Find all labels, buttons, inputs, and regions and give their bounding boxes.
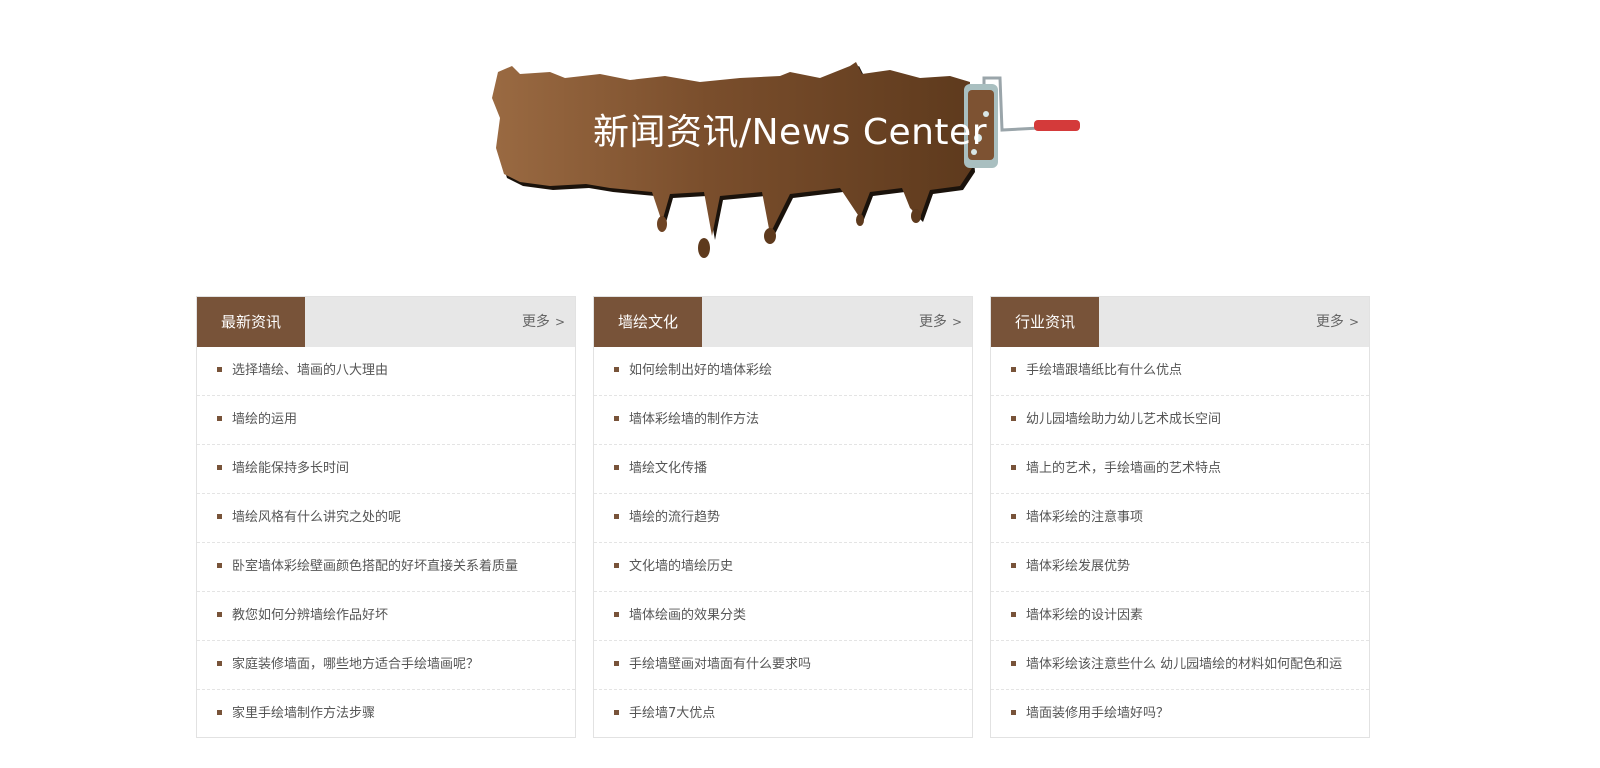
news-item[interactable]: 墙绘文化传播 bbox=[594, 445, 972, 494]
column-header: 最新资讯 更多 > bbox=[197, 297, 575, 347]
news-item[interactable]: 墙体彩绘墙的制作方法 bbox=[594, 396, 972, 445]
bullet-icon bbox=[217, 465, 222, 470]
news-list: 手绘墙跟墙纸比有什么优点 幼儿园墙绘助力幼儿艺术成长空间 墙上的艺术，手绘墙画的… bbox=[991, 347, 1369, 739]
bullet-icon bbox=[217, 563, 222, 568]
bullet-icon bbox=[1011, 710, 1016, 715]
bullet-icon bbox=[1011, 612, 1016, 617]
news-column-culture: 墙绘文化 更多 > 如何绘制出好的墙体彩绘 墙体彩绘墙的制作方法 墙绘文化传播 墙… bbox=[593, 296, 973, 738]
bullet-icon bbox=[614, 661, 619, 666]
bullet-icon bbox=[1011, 367, 1016, 372]
news-item[interactable]: 文化墙的墙绘历史 bbox=[594, 543, 972, 592]
news-item-title: 如何绘制出好的墙体彩绘 bbox=[629, 363, 773, 378]
news-item-title: 墙体彩绘墙的制作方法 bbox=[629, 412, 760, 427]
news-item[interactable]: 墙上的艺术，手绘墙画的艺术特点 bbox=[991, 445, 1369, 494]
news-item[interactable]: 手绘墙跟墙纸比有什么优点 bbox=[991, 347, 1369, 396]
news-item[interactable]: 手绘墙7大优点 bbox=[594, 690, 972, 739]
bullet-icon bbox=[217, 661, 222, 666]
news-item-title: 卧室墙体彩绘壁画颜色搭配的好坏直接关系着质量 bbox=[232, 559, 519, 574]
column-header: 行业资讯 更多 > bbox=[991, 297, 1369, 347]
paint-splash-graphic bbox=[492, 62, 1080, 258]
bullet-icon bbox=[614, 563, 619, 568]
news-item-title: 墙绘的流行趋势 bbox=[629, 510, 721, 525]
news-item[interactable]: 墙绘的流行趋势 bbox=[594, 494, 972, 543]
news-center-banner: 新闻资讯/News Center bbox=[490, 58, 1090, 264]
bullet-icon bbox=[614, 514, 619, 519]
roller-handle bbox=[1034, 120, 1080, 131]
news-item-title: 墙绘能保持多长时间 bbox=[232, 461, 350, 476]
bullet-icon bbox=[217, 416, 222, 421]
news-item-title: 手绘墙跟墙纸比有什么优点 bbox=[1026, 363, 1183, 378]
more-label: 更多 bbox=[1315, 314, 1344, 330]
bullet-icon bbox=[217, 710, 222, 715]
news-item-title: 墙体彩绘的设计因素 bbox=[1026, 608, 1144, 623]
chevron-right-icon: > bbox=[951, 315, 962, 329]
more-label: 更多 bbox=[918, 314, 947, 330]
news-item-title: 幼儿园墙绘助力幼儿艺术成长空间 bbox=[1026, 412, 1222, 427]
news-item-title: 教您如何分辨墙绘作品好坏 bbox=[232, 608, 389, 623]
news-item[interactable]: 手绘墙壁画对墙面有什么要求吗 bbox=[594, 641, 972, 690]
news-item-title: 墙体绘画的效果分类 bbox=[629, 608, 747, 623]
news-item[interactable]: 墙体彩绘该注意些什么 幼儿园墙绘的材料如何配色和运 bbox=[991, 641, 1369, 690]
news-item[interactable]: 家里手绘墙制作方法步骤 bbox=[197, 690, 575, 739]
news-column-latest: 最新资讯 更多 > 选择墙绘、墙画的八大理由 墙绘的运用 墙绘能保持多长时间 墙绘… bbox=[196, 296, 576, 738]
news-item-title: 墙绘风格有什么讲究之处的呢 bbox=[232, 510, 402, 525]
bullet-icon bbox=[217, 367, 222, 372]
news-item-title: 墙体彩绘该注意些什么 幼儿园墙绘的材料如何配色和运 bbox=[1026, 657, 1343, 672]
news-item[interactable]: 墙体彩绘的注意事项 bbox=[991, 494, 1369, 543]
news-item-title: 手绘墙7大优点 bbox=[629, 706, 716, 721]
bullet-icon bbox=[614, 465, 619, 470]
news-item-title: 墙绘文化传播 bbox=[629, 461, 708, 476]
bullet-icon bbox=[217, 612, 222, 617]
news-item-title: 手绘墙壁画对墙面有什么要求吗 bbox=[629, 657, 812, 672]
bullet-icon bbox=[1011, 465, 1016, 470]
news-item-title: 家里手绘墙制作方法步骤 bbox=[232, 706, 376, 721]
tab-latest-news[interactable]: 最新资讯 bbox=[197, 297, 305, 347]
news-list: 如何绘制出好的墙体彩绘 墙体彩绘墙的制作方法 墙绘文化传播 墙绘的流行趋势 文化… bbox=[594, 347, 972, 739]
news-item[interactable]: 墙绘的运用 bbox=[197, 396, 575, 445]
chevron-right-icon: > bbox=[1348, 315, 1359, 329]
news-list: 选择墙绘、墙画的八大理由 墙绘的运用 墙绘能保持多长时间 墙绘风格有什么讲究之处… bbox=[197, 347, 575, 739]
news-item-title: 墙上的艺术，手绘墙画的艺术特点 bbox=[1026, 461, 1222, 476]
news-item-title: 家庭装修墙面，哪些地方适合手绘墙画呢？ bbox=[232, 657, 480, 672]
news-item[interactable]: 墙面装修用手绘墙好吗？ bbox=[991, 690, 1369, 739]
bullet-icon bbox=[614, 710, 619, 715]
column-header: 墙绘文化 更多 > bbox=[594, 297, 972, 347]
news-item-title: 文化墙的墙绘历史 bbox=[629, 559, 734, 574]
more-label: 更多 bbox=[521, 314, 550, 330]
more-link-industry[interactable]: 更多 > bbox=[1316, 297, 1359, 347]
news-item[interactable]: 墙体彩绘发展优势 bbox=[991, 543, 1369, 592]
news-item[interactable]: 墙绘能保持多长时间 bbox=[197, 445, 575, 494]
chevron-right-icon: > bbox=[554, 315, 565, 329]
news-item[interactable]: 卧室墙体彩绘壁画颜色搭配的好坏直接关系着质量 bbox=[197, 543, 575, 592]
more-link-latest[interactable]: 更多 > bbox=[522, 297, 565, 347]
bullet-icon bbox=[614, 416, 619, 421]
banner-title: 新闻资讯/News Center bbox=[592, 112, 988, 153]
news-item[interactable]: 墙体彩绘的设计因素 bbox=[991, 592, 1369, 641]
news-item[interactable]: 如何绘制出好的墙体彩绘 bbox=[594, 347, 972, 396]
bullet-icon bbox=[1011, 416, 1016, 421]
news-item-title: 墙面装修用手绘墙好吗？ bbox=[1026, 706, 1170, 721]
news-item[interactable]: 墙绘风格有什么讲究之处的呢 bbox=[197, 494, 575, 543]
bullet-icon bbox=[1011, 661, 1016, 666]
news-item[interactable]: 幼儿园墙绘助力幼儿艺术成长空间 bbox=[991, 396, 1369, 445]
bullet-icon bbox=[614, 367, 619, 372]
news-item[interactable]: 家庭装修墙面，哪些地方适合手绘墙画呢？ bbox=[197, 641, 575, 690]
bullet-icon bbox=[1011, 563, 1016, 568]
tab-industry-news[interactable]: 行业资讯 bbox=[991, 297, 1099, 347]
bullet-icon bbox=[614, 612, 619, 617]
news-item-title: 墙体彩绘发展优势 bbox=[1026, 559, 1131, 574]
news-item-title: 选择墙绘、墙画的八大理由 bbox=[232, 363, 389, 378]
news-item-title: 墙绘的运用 bbox=[232, 412, 298, 427]
news-item-title: 墙体彩绘的注意事项 bbox=[1026, 510, 1144, 525]
news-item[interactable]: 选择墙绘、墙画的八大理由 bbox=[197, 347, 575, 396]
news-column-industry: 行业资讯 更多 > 手绘墙跟墙纸比有什么优点 幼儿园墙绘助力幼儿艺术成长空间 墙上… bbox=[990, 296, 1370, 738]
bullet-icon bbox=[1011, 514, 1016, 519]
more-link-culture[interactable]: 更多 > bbox=[919, 297, 962, 347]
bullet-icon bbox=[217, 514, 222, 519]
news-item[interactable]: 教您如何分辨墙绘作品好坏 bbox=[197, 592, 575, 641]
tab-wall-culture[interactable]: 墙绘文化 bbox=[594, 297, 702, 347]
news-item[interactable]: 墙体绘画的效果分类 bbox=[594, 592, 972, 641]
